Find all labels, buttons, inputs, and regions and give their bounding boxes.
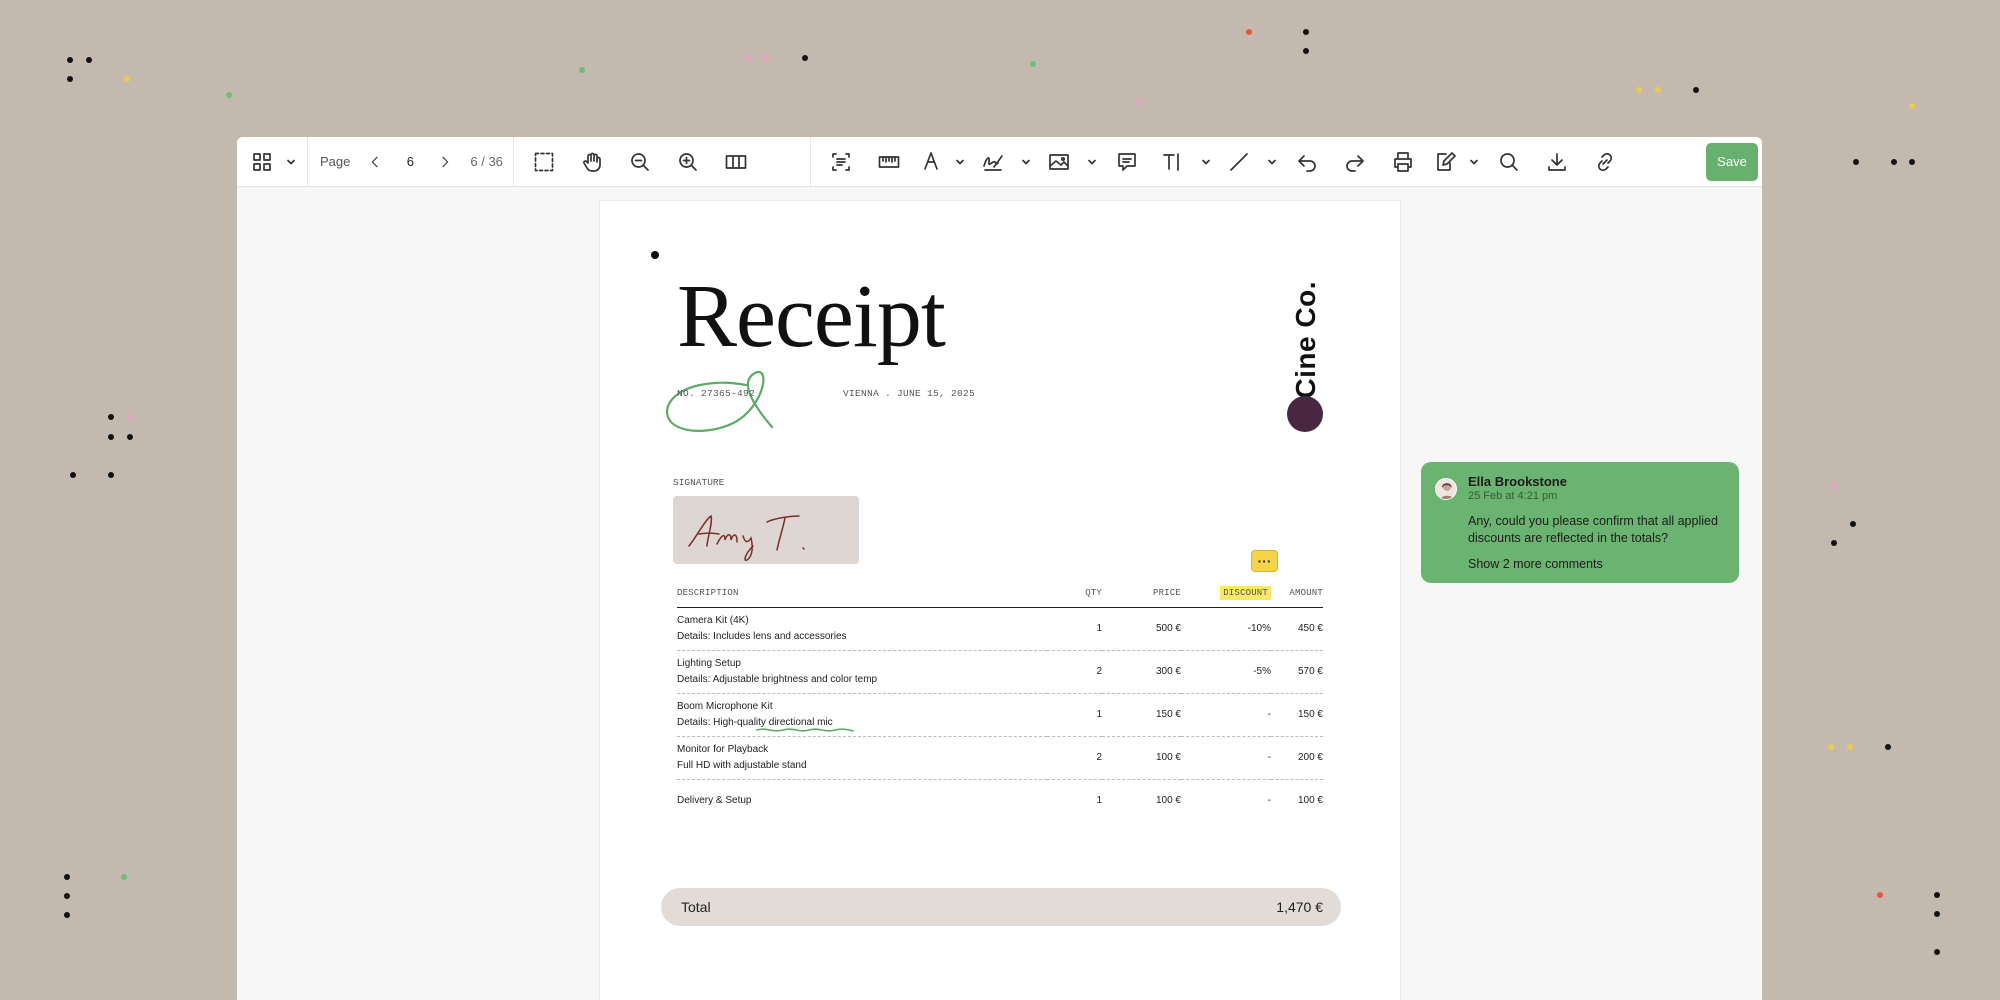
circle-annotation[interactable]: [660, 361, 790, 441]
item-amount: 570 €: [1271, 650, 1323, 694]
link-icon[interactable]: [1581, 137, 1629, 187]
total-bar: Total 1,470 €: [661, 888, 1341, 926]
table-row: Camera Kit (4K) Details: Includes lens an…: [677, 607, 1323, 651]
line-tool-icon[interactable]: [1217, 137, 1261, 187]
table-row: Lighting Setup Details: Adjustable bright…: [677, 650, 1323, 694]
item-price: 100 €: [1102, 736, 1181, 780]
toolbar: Page 6 / 36: [237, 137, 1762, 187]
chevron-down-icon[interactable]: [1015, 137, 1037, 187]
brand-logo: Cine Co.: [1290, 281, 1321, 399]
brand-dot: [1287, 396, 1323, 432]
header-discount[interactable]: DISCOUNT: [1220, 585, 1271, 600]
item-details: Details: Adjustable brightness and color…: [677, 673, 878, 685]
item-qty: 2: [1047, 650, 1102, 694]
comment-card[interactable]: Ella Brookstone 25 Feb at 4:21 pm Any, c…: [1421, 462, 1739, 583]
page-layout-icon[interactable]: [712, 137, 760, 187]
chevron-down-icon[interactable]: [277, 137, 305, 187]
item-name: Delivery & Setup: [677, 794, 752, 806]
item-details: Full HD with adjustable stand: [677, 759, 807, 771]
chevron-down-icon[interactable]: [1463, 137, 1485, 187]
item-name: Monitor for Playback: [677, 743, 769, 755]
item-name: Camera Kit (4K): [677, 614, 749, 626]
item-qty: 1: [1096, 794, 1102, 806]
item-amount: 100 €: [1297, 794, 1323, 806]
header-price: PRICE: [1102, 581, 1181, 608]
total-label: Total: [681, 899, 711, 915]
text-select-icon[interactable]: [817, 137, 865, 187]
document-page: Receipt NO. 27365-492 VIENNA . JUNE 15, …: [600, 201, 1400, 1000]
next-page-icon[interactable]: [428, 137, 462, 187]
page-count: 6 / 36: [470, 154, 503, 169]
location-date: VIENNA . JUNE 15, 2025: [843, 388, 976, 399]
item-qty: 2: [1047, 736, 1102, 780]
comment-text: Any, could you please confirm that all a…: [1468, 514, 1718, 545]
item-price: 150 €: [1102, 693, 1181, 737]
item-price: 300 €: [1102, 650, 1181, 694]
comment-icon[interactable]: [1103, 137, 1151, 187]
item-details: Details: Includes lens and accessories: [677, 630, 847, 642]
page-label: Page: [320, 154, 351, 169]
avatar: [1435, 478, 1457, 500]
chevron-down-icon[interactable]: [1081, 137, 1103, 187]
item-details: Details: High-quality directional mic: [677, 716, 833, 728]
header-qty: QTY: [1047, 581, 1102, 608]
search-icon[interactable]: [1485, 137, 1533, 187]
item-discount: -: [1181, 693, 1271, 737]
item-discount: -: [1267, 794, 1271, 806]
receipt-title: Receipt: [677, 267, 946, 366]
item-amount: 450 €: [1271, 607, 1323, 651]
handwritten-signature: [688, 514, 805, 562]
edit-document-icon[interactable]: [1427, 137, 1463, 187]
ruler-icon[interactable]: [865, 137, 913, 187]
image-icon[interactable]: [1037, 137, 1081, 187]
comment-author: Ella Brookstone: [1468, 474, 1567, 489]
table-header-row: DESCRIPTION QTY PRICE DISCOUNT AMOUNT: [677, 581, 1323, 608]
item-qty: 1: [1047, 693, 1102, 737]
chevron-down-icon[interactable]: [1195, 137, 1217, 187]
download-icon[interactable]: [1533, 137, 1581, 187]
show-more-comments-link[interactable]: Show 2 more comments: [1468, 557, 1603, 571]
signature-icon[interactable]: [971, 137, 1015, 187]
header-amount: AMOUNT: [1271, 581, 1323, 608]
item-discount: -: [1181, 736, 1271, 780]
comment-time: 25 Feb at 4:21 pm: [1468, 490, 1558, 502]
table-row: Boom Microphone Kit Details: High-quality…: [677, 693, 1323, 737]
chevron-down-icon[interactable]: [1261, 137, 1283, 187]
underline-annotation[interactable]: [755, 726, 855, 734]
previous-page-icon[interactable]: [358, 137, 392, 187]
table-row: Monitor for Playback Full HD with adjusta…: [677, 736, 1323, 780]
item-discount: -10%: [1181, 607, 1271, 651]
pen-icon[interactable]: [913, 137, 949, 187]
item-name: Boom Microphone Kit: [677, 700, 773, 712]
save-button[interactable]: Save: [1706, 142, 1758, 181]
undo-icon[interactable]: [1283, 137, 1331, 187]
table-row: Delivery & Setup 1 100 € - 100 €: [677, 779, 1323, 822]
marquee-select-icon[interactable]: [520, 137, 568, 187]
item-discount: -5%: [1181, 650, 1271, 694]
zoom-out-icon[interactable]: [616, 137, 664, 187]
print-icon[interactable]: [1379, 137, 1427, 187]
bullet-dot: [651, 251, 659, 259]
comment-marker[interactable]: ···: [1251, 550, 1278, 572]
header-description: DESCRIPTION: [677, 581, 1047, 608]
item-price: 100 €: [1155, 794, 1181, 806]
text-tool-icon[interactable]: [1151, 137, 1195, 187]
signature-label: SIGNATURE: [673, 477, 725, 488]
pan-hand-icon[interactable]: [568, 137, 616, 187]
signature-field[interactable]: [673, 496, 859, 564]
item-amount: 150 €: [1271, 693, 1323, 737]
item-name: Lighting Setup: [677, 657, 741, 669]
zoom-in-icon[interactable]: [664, 137, 712, 187]
items-table: DESCRIPTION QTY PRICE DISCOUNT AMOUNT Ca…: [677, 581, 1323, 822]
item-amount: 200 €: [1271, 736, 1323, 780]
item-price: 500 €: [1102, 607, 1181, 651]
thumbnails-icon[interactable]: [247, 137, 277, 187]
page-number-input[interactable]: [392, 147, 429, 176]
redo-icon[interactable]: [1331, 137, 1379, 187]
receipt-number: NO. 27365-492: [677, 388, 756, 399]
item-qty: 1: [1047, 607, 1102, 651]
total-value: 1,470 €: [1276, 899, 1323, 915]
chevron-down-icon[interactable]: [949, 137, 971, 187]
